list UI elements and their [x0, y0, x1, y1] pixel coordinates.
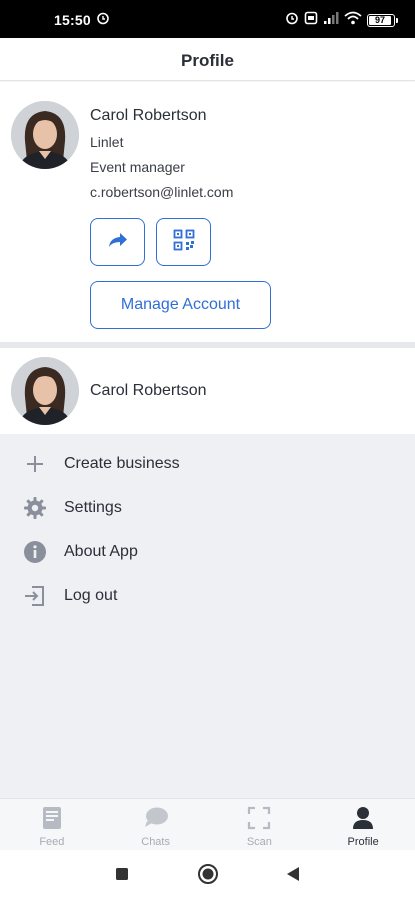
account-row[interactable]: Carol Robertson — [0, 348, 415, 434]
qr-code-button[interactable] — [156, 218, 211, 266]
status-bar: 15:50 97 — [0, 0, 415, 38]
profile-company: Linlet — [90, 134, 124, 150]
back-button[interactable] — [282, 865, 304, 887]
signal-icon — [323, 11, 339, 30]
home-button[interactable] — [197, 863, 219, 890]
share-icon — [107, 230, 129, 255]
scan-icon — [208, 806, 312, 830]
wifi-icon — [344, 11, 362, 30]
menu-item-settings[interactable]: Settings — [0, 486, 415, 530]
chat-icon — [104, 806, 208, 830]
qr-code-icon — [173, 229, 195, 256]
nav-item-scan[interactable]: Scan — [208, 799, 312, 851]
menu-item-label: Log out — [64, 587, 118, 604]
bottom-nav: Feed Chats Scan Profile — [0, 798, 415, 850]
battery-icon: 97 — [367, 14, 398, 27]
menu-item-create-business[interactable]: Create business — [0, 442, 415, 486]
avatar — [11, 357, 79, 425]
menu-list: Create business Settings About App Log o… — [0, 434, 415, 798]
sim-icon — [304, 11, 318, 30]
profile-name: Carol Robertson — [90, 107, 207, 124]
app-header: Profile — [0, 38, 415, 81]
account-name: Carol Robertson — [90, 382, 207, 399]
profile-email: c.robertson@linlet.com — [90, 184, 234, 200]
nav-label: Profile — [347, 836, 379, 848]
nav-item-feed[interactable]: Feed — [0, 799, 104, 851]
plus-icon — [22, 451, 48, 477]
menu-item-log-out[interactable]: Log out — [0, 574, 415, 618]
logout-icon — [22, 583, 48, 609]
status-time: 15:50 — [54, 12, 91, 28]
nav-item-profile[interactable]: Profile — [311, 799, 415, 851]
profile-icon — [311, 806, 415, 830]
circle-icon — [197, 863, 219, 890]
back-triangle-icon — [286, 866, 300, 887]
alarm-icon — [96, 11, 110, 30]
menu-item-label: Settings — [64, 499, 122, 516]
recents-button[interactable] — [111, 865, 133, 887]
profile-card: Carol Robertson Linlet Event manager c.r… — [0, 82, 415, 342]
nav-label: Scan — [246, 836, 272, 848]
menu-item-label: About App — [64, 543, 138, 560]
menu-item-about-app[interactable]: About App — [0, 530, 415, 574]
avatar[interactable] — [11, 101, 79, 169]
battery-level: 97 — [369, 16, 391, 25]
manage-account-button[interactable]: Manage Account — [90, 281, 271, 329]
square-icon — [115, 867, 129, 886]
feed-icon — [0, 806, 104, 830]
status-icons: 97 — [285, 11, 398, 30]
share-button[interactable] — [90, 218, 145, 266]
system-nav-bar — [0, 850, 415, 900]
nav-item-chats[interactable]: Chats — [104, 799, 208, 851]
page-title: Profile — [181, 51, 234, 70]
info-icon — [22, 539, 48, 565]
profile-role: Event manager — [90, 159, 185, 175]
menu-item-label: Create business — [64, 455, 180, 472]
gear-icon — [22, 495, 48, 521]
alarm-clock-icon — [285, 11, 299, 30]
nav-label: Feed — [39, 836, 65, 848]
nav-label: Chats — [141, 836, 170, 848]
